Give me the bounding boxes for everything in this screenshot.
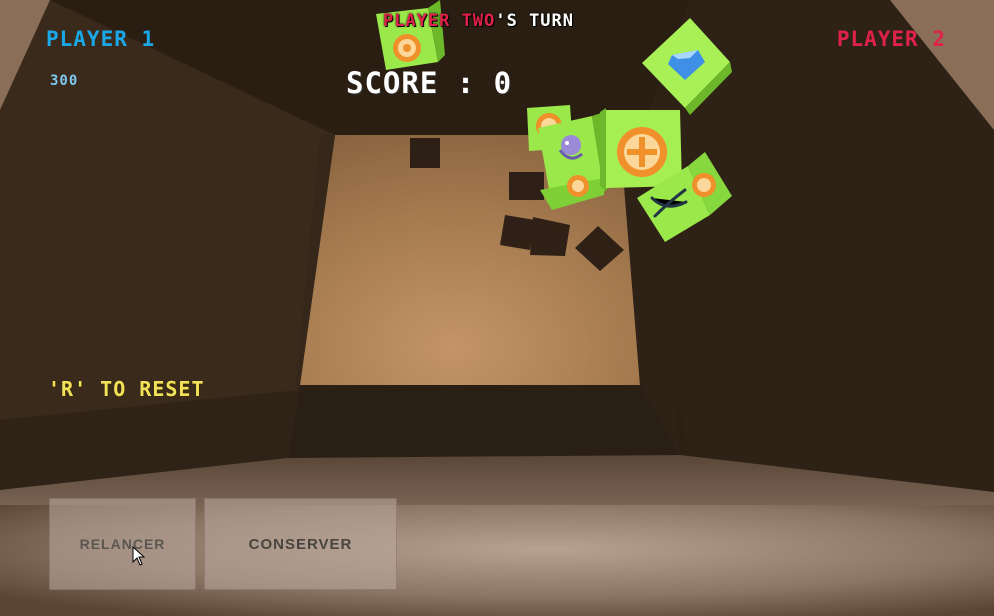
reroll-button[interactable]: RELANCER <box>49 498 196 590</box>
round-score: SCORE : 0 <box>346 66 513 100</box>
mouse-pointer-icon <box>132 546 146 566</box>
turn-player-name: PLAYER TWO <box>383 11 496 31</box>
monkey-icon <box>561 135 581 155</box>
player1-label: PLAYER 1 <box>46 27 156 51</box>
player2-label: PLAYER 2 <box>836 27 946 51</box>
player1-score: 300 <box>50 73 79 89</box>
turn-suffix: 'S TURN <box>495 11 575 31</box>
turn-indicator: PLAYER TWO'S TURN <box>383 11 574 31</box>
reset-hint: 'R' TO RESET <box>48 377 205 401</box>
keep-button[interactable]: CONSERVER <box>204 498 397 590</box>
box-front-wall <box>288 385 680 460</box>
